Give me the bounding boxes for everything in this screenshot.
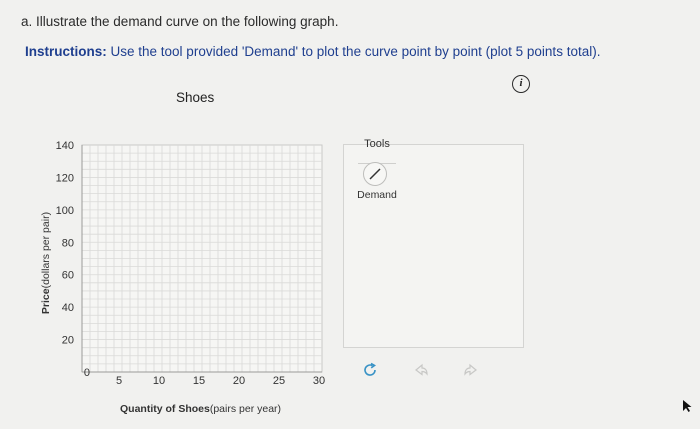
tools-title: Tools — [364, 138, 390, 150]
demand-tool-button[interactable] — [363, 162, 387, 186]
y-tick-label: 100 — [56, 205, 74, 217]
y-tick-label: 140 — [56, 140, 74, 152]
y-axis-label-bold: Price — [40, 288, 52, 315]
y-axis-label-units: (dollars per pair) — [40, 211, 52, 289]
line-pencil-icon — [369, 168, 381, 180]
x-tick-label: 15 — [193, 375, 205, 387]
y-tick-label: 80 — [62, 237, 74, 249]
x-axis-label-bold: Quantity of Shoes — [120, 403, 210, 415]
demand-tool-label: Demand — [357, 189, 397, 201]
redo-icon[interactable] — [462, 361, 480, 379]
x-tick-label: 30 — [313, 375, 325, 387]
x-tick-label: 5 — [116, 375, 122, 387]
y-axis-label: Price(dollars per pair) — [40, 212, 52, 314]
y-tick-label: 20 — [62, 335, 74, 347]
y-tick-label: 0 — [84, 367, 90, 379]
x-tick-labels: 5 10 15 20 25 30 — [116, 375, 325, 387]
y-tick-label: 120 — [56, 172, 74, 184]
x-axis-label-units: (pairs per year) — [209, 403, 282, 415]
y-tick-label: 40 — [62, 302, 74, 314]
y-tick-label: 60 — [62, 270, 74, 282]
grid — [81, 144, 323, 373]
x-tick-label: 10 — [153, 375, 165, 387]
undo-icon[interactable] — [412, 361, 430, 379]
x-axis-label: Quantity of Shoes(pairs per year) — [120, 403, 281, 415]
reset-icon[interactable] — [361, 361, 379, 379]
cursor-icon — [683, 400, 692, 412]
x-tick-label: 25 — [273, 375, 285, 387]
tools-panel: Tools Demand — [343, 138, 524, 348]
x-tick-label: 20 — [233, 375, 245, 387]
